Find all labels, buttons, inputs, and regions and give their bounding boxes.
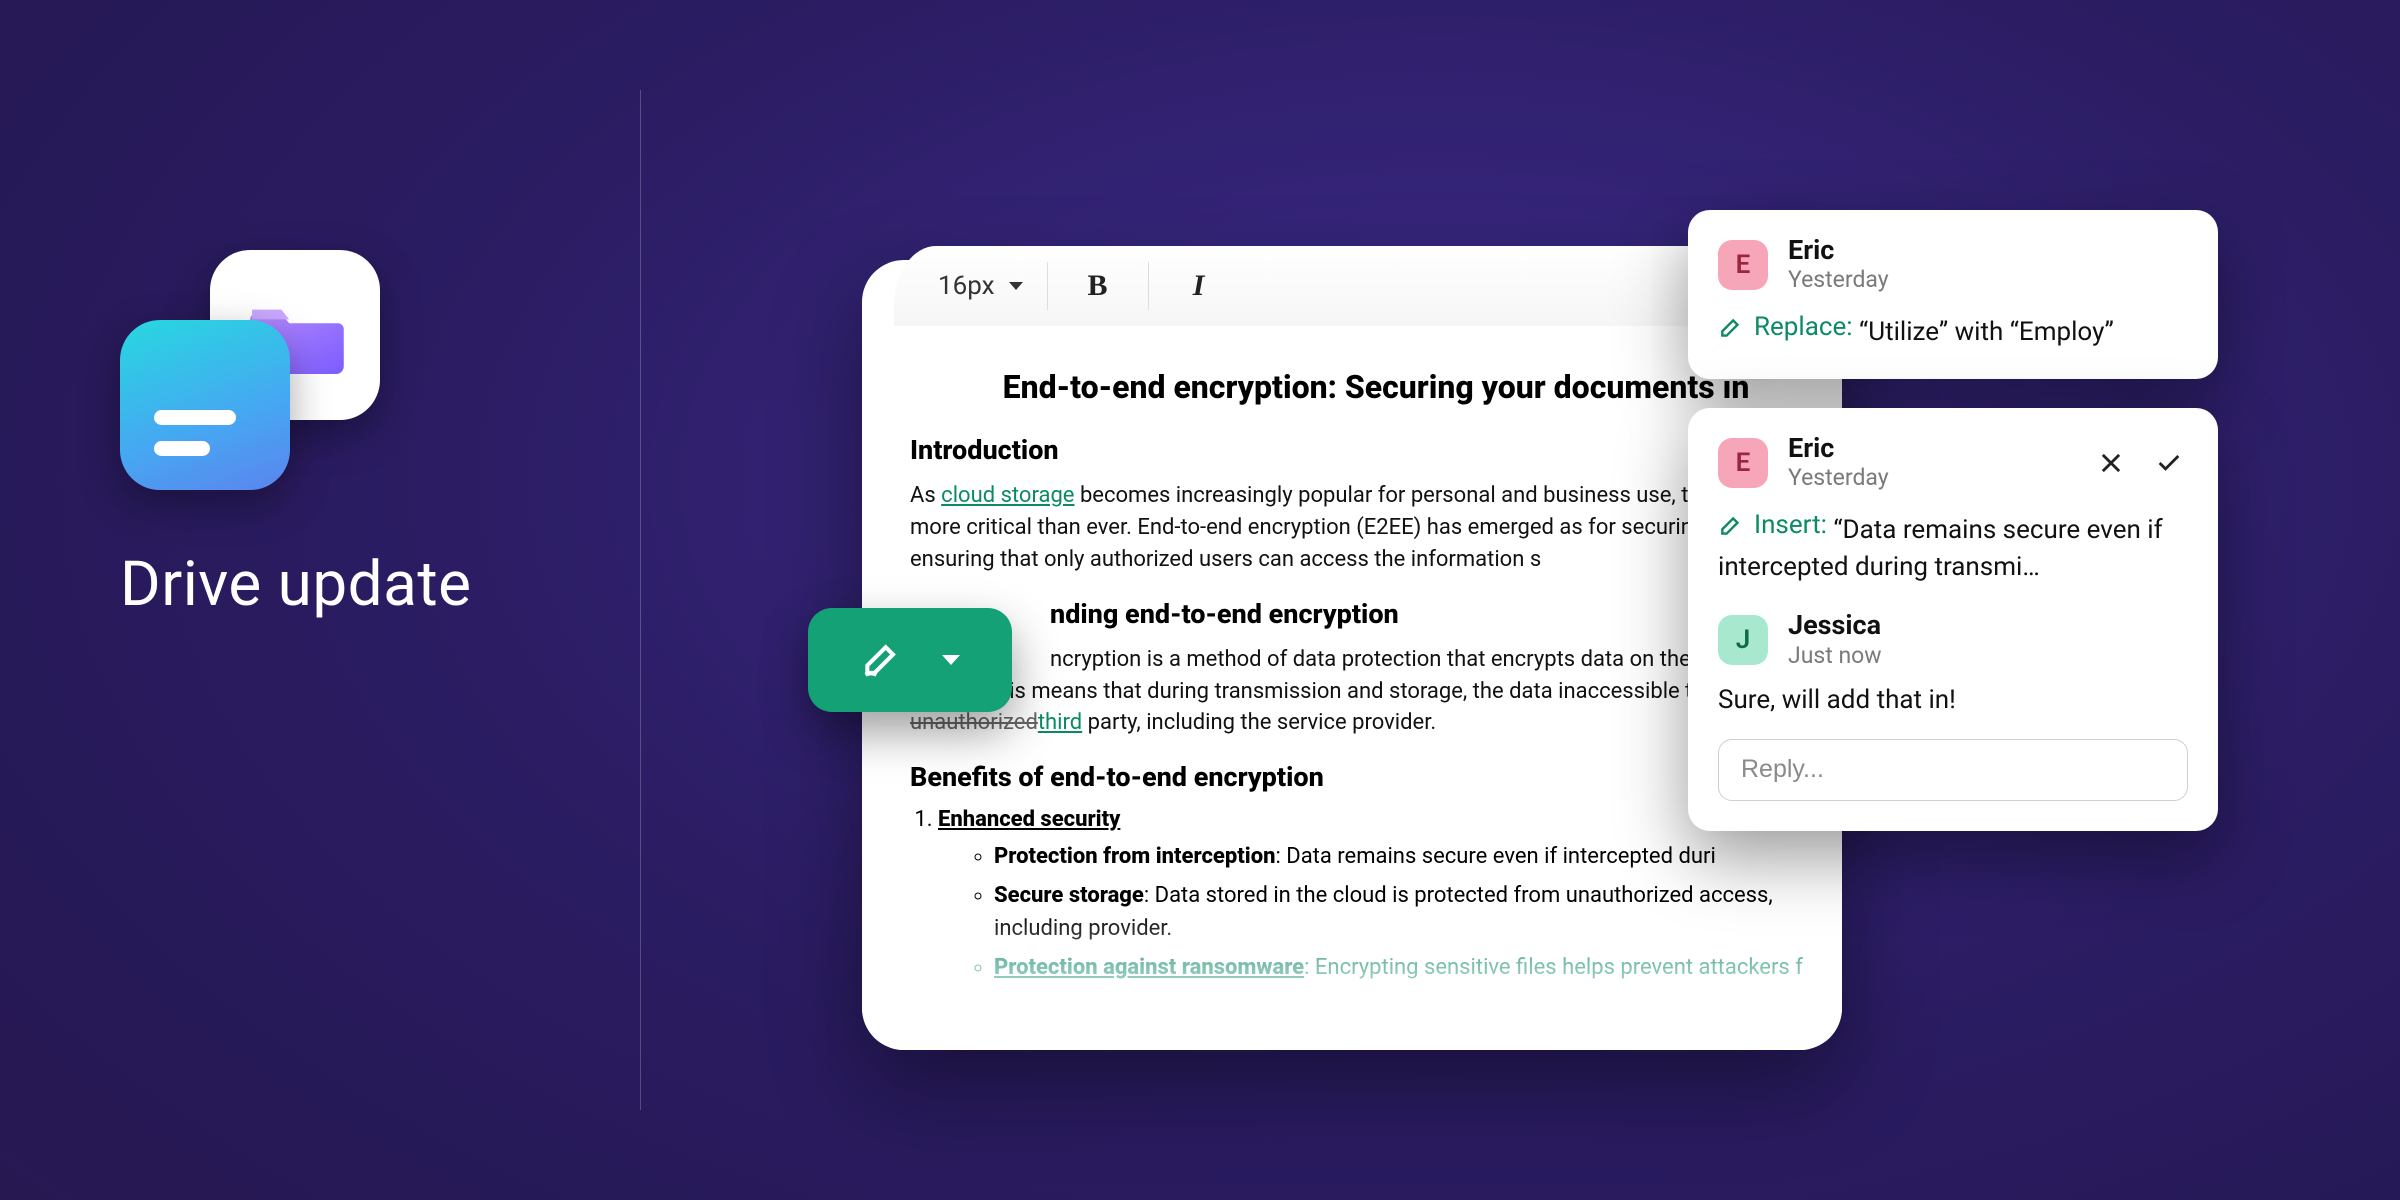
vertical-divider xyxy=(640,90,641,1110)
comment-header: E Eric Yesterday xyxy=(1718,434,2188,491)
benefit-title: Enhanced security xyxy=(938,807,1120,832)
bold-button[interactable]: B xyxy=(1076,264,1120,308)
edit-icon xyxy=(1718,513,1744,539)
editor-toolbar: 16px B I xyxy=(894,246,1824,326)
comment-author-block: Eric Yesterday xyxy=(1788,434,1889,491)
list-item: Secure storage: Data stored in the cloud… xyxy=(994,879,1842,945)
comment-body: Replace: “Utilize” with “Employ” xyxy=(1718,309,2188,351)
accept-suggestion-button[interactable] xyxy=(2150,444,2188,482)
reply-input[interactable] xyxy=(1718,739,2188,801)
comment-header: J Jessica Just now xyxy=(1718,611,2188,668)
comment-header: E Eric Yesterday xyxy=(1718,236,2188,293)
check-icon xyxy=(2155,449,2183,477)
benefits-list: Enhanced security Protection from interc… xyxy=(938,807,1842,984)
reply-text: Sure, will add that in! xyxy=(1718,685,2188,715)
italic-button[interactable]: I xyxy=(1177,264,1221,308)
comment-author-block: Eric Yesterday xyxy=(1788,236,1889,293)
avatar: J xyxy=(1718,615,1768,665)
benefits-sublist: Protection from interception: Data remai… xyxy=(994,840,1842,984)
avatar: E xyxy=(1718,438,1768,488)
link-cloud-storage[interactable]: cloud storage xyxy=(941,483,1074,508)
comment-author: Eric xyxy=(1788,434,1889,462)
chevron-down-icon xyxy=(942,655,960,665)
chevron-down-icon xyxy=(1009,282,1023,290)
reject-suggestion-button[interactable] xyxy=(2092,444,2130,482)
document-app-icon xyxy=(120,320,290,490)
suggestion-card-insert[interactable]: E Eric Yesterday Insert: “Data remains s… xyxy=(1688,408,2218,831)
suggestion-content: “Utilize” with “Employ” xyxy=(1859,318,2114,348)
suggestion-action: Replace: xyxy=(1718,309,1853,345)
avatar: E xyxy=(1718,240,1768,290)
close-icon xyxy=(2097,449,2125,477)
comment-author: Eric xyxy=(1788,236,1889,264)
tracked-delete: unauthorized xyxy=(910,710,1038,735)
comment-timestamp: Yesterday xyxy=(1788,464,1889,491)
comment-timestamp: Yesterday xyxy=(1788,266,1889,293)
suggesting-mode-button[interactable] xyxy=(808,608,1012,712)
document-icon xyxy=(154,394,256,456)
edit-icon xyxy=(1718,315,1744,341)
suggestion-action: Insert: xyxy=(1718,507,1827,543)
page-title: Drive update xyxy=(120,548,640,621)
font-size-select[interactable]: 16px xyxy=(938,262,1048,310)
toolbar-separator xyxy=(1148,262,1149,310)
list-item: Enhanced security Protection from interc… xyxy=(938,807,1842,984)
comment-body: Insert: “Data remains secure even if int… xyxy=(1718,507,2188,585)
brand-panel: Drive update xyxy=(120,250,640,621)
edit-suggest-icon xyxy=(860,638,904,682)
comment-author: Jessica xyxy=(1788,611,1882,639)
comment-author-block: Jessica Just now xyxy=(1788,611,1882,668)
list-item: Protection from interception: Data remai… xyxy=(994,840,1842,873)
comment-timestamp: Just now xyxy=(1788,642,1882,669)
font-size-value: 16px xyxy=(938,271,995,301)
brand-icon-stack xyxy=(120,250,380,490)
tracked-insert: third xyxy=(1038,710,1082,735)
list-item-tracked-insert: Protection against ransomware: Encryptin… xyxy=(994,951,1842,984)
suggestion-card-replace[interactable]: E Eric Yesterday Replace: “Utilize” with… xyxy=(1688,210,2218,379)
comment-reply: J Jessica Just now Sure, will add that i… xyxy=(1718,611,2188,714)
